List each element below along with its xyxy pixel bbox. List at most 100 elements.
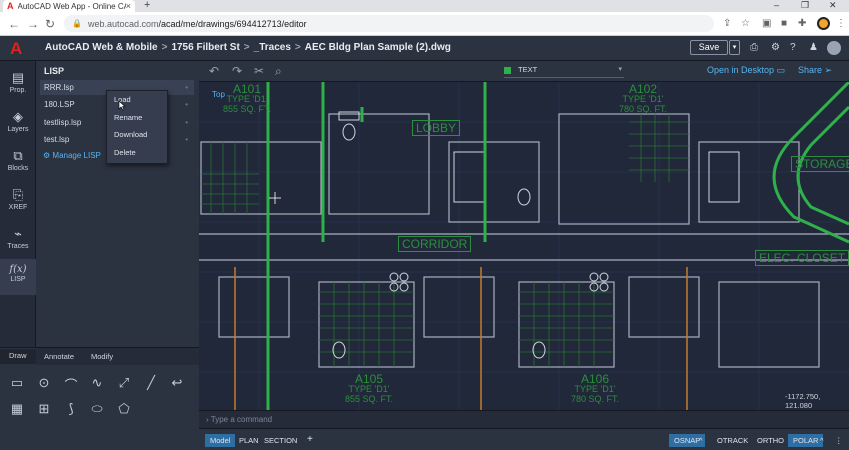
ortho-toggle[interactable]: ORTHO <box>757 436 784 445</box>
breadcrumb-item[interactable]: 1756 Filbert St <box>171 42 239 53</box>
command-prompt-icon: › <box>206 415 209 424</box>
manage-lisp-link[interactable]: ⚙ Manage LISP <box>43 151 101 160</box>
open-in-desktop-button[interactable]: Open in Desktop ▭ <box>707 65 785 76</box>
rectangle-tool-icon[interactable]: ▭ <box>9 375 25 391</box>
tab-model[interactable]: Model <box>205 434 236 447</box>
bookmark-star-icon[interactable]: ☆ <box>741 18 750 29</box>
rail-item-layers[interactable]: ◈ Layers <box>0 105 36 139</box>
arc-tool-icon[interactable]: ⌒ <box>63 375 79 394</box>
close-tab-icon[interactable]: × <box>126 1 131 11</box>
app-header: A AutoCAD Web & Mobile >1756 Filbert St > _… <box>0 36 849 61</box>
close-window-icon[interactable]: ✕ <box>829 0 837 11</box>
more-icon[interactable]: • <box>185 115 188 130</box>
floor-plan-drawing <box>199 82 849 410</box>
rail-item-xref[interactable]: ⎘ XREF <box>0 183 36 217</box>
layer-name: TEXT <box>518 65 538 74</box>
drawing-canvas[interactable]: A101 TYPE 'D1' 855 SQ. FT. A102 TYPE 'D1… <box>199 82 849 410</box>
line-tool-icon[interactable]: ⤢ <box>116 375 132 391</box>
address-bar: ← → ↻ 🔒 web.autocad.com /acad/me/drawing… <box>0 12 849 36</box>
lisp-file-name: testlisp.lsp <box>44 118 82 127</box>
save-button[interactable]: Save <box>690 40 728 55</box>
menu-item-delete[interactable]: Delete <box>107 144 167 162</box>
polygon-tool-icon[interactable]: ⬠ <box>116 401 132 417</box>
status-more-icon[interactable]: ⋮ <box>835 436 843 445</box>
autocad-logo[interactable]: A <box>10 39 22 59</box>
print-icon[interactable]: ⎙ <box>750 42 758 53</box>
tab-plan[interactable]: PLAN <box>239 436 259 445</box>
undo-icon[interactable]: ↶ <box>209 64 219 78</box>
ellipse-tool-icon[interactable]: ⬭ <box>89 401 105 417</box>
share-page-icon[interactable]: ⇪ <box>723 18 731 29</box>
circle-tool-icon[interactable]: ⊙ <box>36 375 52 391</box>
minimize-icon[interactable]: – <box>774 0 779 10</box>
spline-tool-icon[interactable]: ⟆ <box>63 401 79 417</box>
array-tool-icon[interactable]: ⊞ <box>36 401 52 417</box>
forward-icon[interactable]: → <box>27 17 39 31</box>
rail-item-blocks[interactable]: ⧉ Blocks <box>0 144 36 178</box>
settings-gear-icon[interactable]: ⚙ <box>771 42 780 53</box>
rail-item-traces[interactable]: ⌁ Traces <box>0 222 36 256</box>
rail-label: Prop. <box>9 87 27 94</box>
tool-palette: Draw Annotate Modify ▭ ⊙ ⌒ ∿ ⤢ ╱ ↩ ▦ ⊞ ⟆… <box>0 347 199 450</box>
tab-annotate[interactable]: Annotate <box>44 352 74 361</box>
polar-options-icon[interactable]: ^ <box>820 436 824 445</box>
share-button[interactable]: Share ➢ <box>798 65 832 76</box>
room-label: STORAGE <box>791 156 849 172</box>
browser-tabbar: A AutoCAD Web App - Online CAD × + – ❐ ✕ <box>0 0 849 12</box>
more-icon[interactable]: • <box>185 80 188 95</box>
rail-label: Traces <box>7 243 29 250</box>
menu-item-load[interactable]: Load <box>107 91 167 109</box>
url-input[interactable]: 🔒 web.autocad.com /acad/me/drawings/6944… <box>64 15 714 32</box>
redo-icon[interactable]: ↷ <box>232 64 242 78</box>
tab-section[interactable]: SECTION <box>264 436 297 445</box>
add-layout-button[interactable]: + <box>307 434 313 445</box>
rail-item-properties[interactable]: ▤ Prop. <box>0 66 36 100</box>
command-placeholder: Type a command <box>210 415 273 424</box>
layer-dropdown[interactable]: TEXT ▾ <box>504 65 624 78</box>
trim-tool-icon[interactable]: ✂ <box>254 64 264 78</box>
user-avatar[interactable] <box>827 41 841 55</box>
rail-label: Layers <box>7 126 29 133</box>
reload-icon[interactable]: ↻ <box>45 17 55 31</box>
hatch-tool-icon[interactable]: ▦ <box>9 401 25 417</box>
browser-profile-avatar[interactable] <box>817 17 830 30</box>
breadcrumb-item[interactable]: AutoCAD Web & Mobile <box>45 42 158 53</box>
menu-item-rename[interactable]: Rename <box>107 109 167 127</box>
rail-label: Blocks <box>7 165 29 172</box>
save-dropdown-button[interactable]: ▾ <box>729 40 740 55</box>
command-line[interactable]: › Type a command <box>199 410 849 428</box>
ray-tool-icon[interactable]: ╱ <box>143 375 159 391</box>
breadcrumb: AutoCAD Web & Mobile >1756 Filbert St > _Tr… <box>45 42 451 53</box>
tab-draw[interactable]: Draw <box>0 349 36 364</box>
lock-icon: 🔒 <box>72 19 82 28</box>
more-icon[interactable]: • <box>185 97 188 112</box>
browser-menu-icon[interactable]: ⋮ <box>836 18 846 29</box>
osnap-options-icon[interactable]: ^ <box>699 436 703 445</box>
rail-item-lisp[interactable]: f(x) LISP <box>0 259 36 295</box>
lisp-file-name: test.lsp <box>44 135 70 144</box>
extension-icon[interactable]: ▣ <box>762 18 771 29</box>
browser-tab[interactable]: A AutoCAD Web App - Online CAD × <box>3 0 135 12</box>
new-tab-button[interactable]: + <box>144 0 150 11</box>
polyline-tool-icon[interactable]: ∿ <box>89 375 105 391</box>
revision-cloud-tool-icon[interactable]: ↩ <box>169 375 185 391</box>
add-user-icon[interactable]: ♟ <box>809 42 818 53</box>
zoom-window-icon[interactable]: ⌕ <box>275 64 282 79</box>
room-tag: A106 TYPE 'D1' 780 SQ. FT. <box>571 372 620 404</box>
maximize-icon[interactable]: ❐ <box>801 0 809 11</box>
polar-toggle[interactable]: POLAR <box>788 434 824 447</box>
back-icon[interactable]: ← <box>8 17 20 31</box>
mouse-cursor-icon <box>118 100 126 111</box>
otrack-toggle[interactable]: OTRACK <box>717 436 748 445</box>
menu-item-download[interactable]: Download <box>107 126 167 144</box>
breadcrumb-item[interactable]: _Traces <box>254 42 291 53</box>
rail-label: LISP <box>10 276 26 283</box>
more-icon[interactable]: • <box>185 132 188 147</box>
view-cube-label[interactable]: Top <box>212 90 225 99</box>
media-icon[interactable]: ■ <box>781 18 787 29</box>
help-icon[interactable]: ? <box>790 42 796 53</box>
room-tag: A105 TYPE 'D1' 855 SQ. FT. <box>345 372 394 404</box>
puzzle-extensions-icon[interactable]: ✚ <box>798 18 806 29</box>
traces-icon: ⌁ <box>14 226 22 241</box>
tab-modify[interactable]: Modify <box>91 352 113 361</box>
